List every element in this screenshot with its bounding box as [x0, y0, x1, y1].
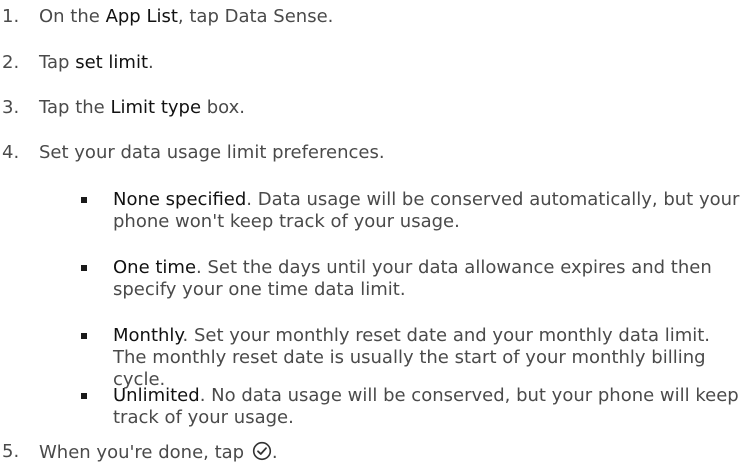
option-title: None specified: [113, 189, 247, 210]
limit-type-label: Limit type: [110, 97, 202, 118]
step-number: 2.: [2, 52, 20, 73]
checkmark-circle-icon: [252, 441, 272, 461]
step-text-pre: On the: [39, 6, 106, 27]
step-text: When you're done, tap .: [39, 441, 278, 464]
bullet-icon: [81, 393, 87, 399]
step-text-pre: Tap: [39, 52, 76, 73]
step-text-post: , tap Data Sense.: [177, 6, 334, 27]
step-text: Tap set limit.: [39, 52, 154, 74]
option-text: Unlimited. No data usage will be conserv…: [113, 385, 749, 429]
step-text-pre: When you're done, tap: [39, 442, 250, 463]
option-text: None specified. Data usage will be conse…: [113, 189, 749, 233]
option-title: One time: [113, 257, 197, 278]
step-number: 4.: [2, 142, 20, 163]
option-description: . No data usage will be conserved, but y…: [113, 385, 739, 428]
step-number: 3.: [2, 97, 20, 118]
bullet-icon: [81, 265, 87, 271]
option-description: . Set your monthly reset date and your m…: [113, 325, 711, 390]
step-number: 1.: [2, 6, 20, 27]
bullet-icon: [81, 333, 87, 339]
option-text: Monthly. Set your monthly reset date and…: [113, 325, 749, 391]
step-text-post: box.: [201, 97, 246, 118]
step-text-post: .: [271, 442, 278, 463]
step-text-post: .: [148, 52, 154, 73]
option-title: Monthly: [113, 325, 183, 346]
option-description: . Set the days until your data allowance…: [113, 257, 712, 300]
app-list-label: App List: [105, 6, 178, 27]
option-title: Unlimited: [113, 385, 200, 406]
step-number: 5.: [2, 441, 20, 462]
step-text: Set your data usage limit preferences.: [39, 142, 385, 163]
bullet-icon: [81, 197, 87, 203]
set-limit-label: set limit: [75, 52, 149, 73]
step-text-pre: Tap the: [39, 97, 111, 118]
step-text: Tap the Limit type box.: [39, 97, 245, 119]
option-text: One time. Set the days until your data a…: [113, 257, 749, 301]
step-text: On the App List, tap Data Sense.: [39, 6, 333, 28]
instructions-document: 1. On the App List, tap Data Sense. 2. T…: [0, 0, 751, 466]
